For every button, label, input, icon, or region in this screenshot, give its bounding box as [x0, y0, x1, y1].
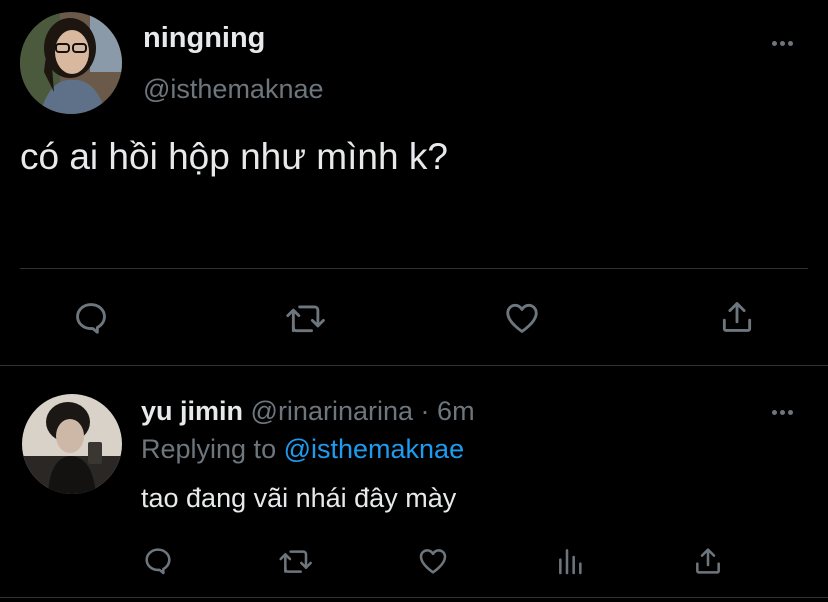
like-icon[interactable]	[416, 545, 450, 577]
divider	[0, 597, 828, 598]
user-handle[interactable]: @isthemaknae	[143, 74, 324, 105]
reply-icon[interactable]	[142, 545, 174, 577]
like-icon[interactable]	[502, 299, 542, 337]
divider	[0, 365, 828, 366]
avatar[interactable]	[22, 394, 122, 494]
reply-header: yu jimin @rinarinarina · 6m	[141, 396, 475, 427]
display-name[interactable]: yu jimin	[141, 396, 243, 426]
more-options-icon[interactable]	[772, 410, 793, 415]
analytics-icon[interactable]	[555, 545, 587, 577]
mention-link[interactable]: @isthemaknae	[284, 434, 465, 464]
share-icon[interactable]	[692, 544, 724, 578]
tweet-text: có ai hồi hộp như mình k?	[20, 136, 448, 177]
separator-dot: ·	[420, 396, 430, 426]
replying-to: Replying to @isthemaknae	[141, 434, 464, 465]
replying-to-label: Replying to	[141, 434, 284, 464]
retweet-icon[interactable]	[285, 299, 327, 337]
share-icon[interactable]	[718, 297, 756, 337]
avatar[interactable]	[20, 12, 122, 114]
user-handle[interactable]: @rinarinarina	[251, 396, 413, 426]
retweet-icon[interactable]	[278, 545, 314, 577]
timestamp[interactable]: 6m	[437, 396, 475, 426]
display-name[interactable]: ningning	[143, 22, 265, 55]
tweet-text: tao đang vãi nhái đây mày	[141, 483, 457, 513]
reply-icon[interactable]	[72, 299, 110, 337]
more-options-icon[interactable]	[772, 41, 793, 46]
divider	[20, 268, 808, 269]
